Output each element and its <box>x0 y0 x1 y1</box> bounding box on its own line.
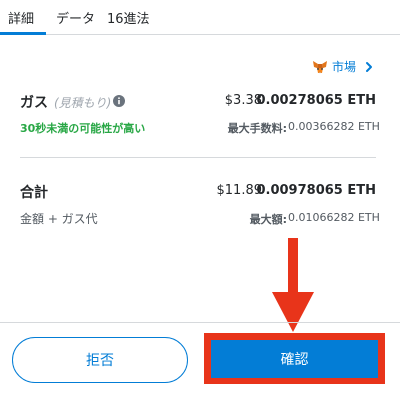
market-link[interactable]: 市場 <box>312 58 374 75</box>
active-tab-indicator <box>0 32 46 35</box>
gas-speed-estimate: 30秒未満の可能性が高い <box>20 122 146 135</box>
gas-label: ガス <box>20 95 48 111</box>
gas-eth-amount: 0.00278065 ETH <box>256 93 376 108</box>
confirm-button[interactable]: 確認 <box>211 340 378 378</box>
max-fee-value: 0.00366282 ETH <box>288 120 380 133</box>
max-amount-value: 0.01066282 ETH <box>288 211 380 224</box>
chevron-right-icon <box>366 61 372 72</box>
gas-estimate-label: (見積もり) <box>54 96 112 110</box>
total-label: 合計 <box>20 185 48 201</box>
footer-divider <box>0 322 400 323</box>
max-fee-label: 最大手数料: <box>227 122 287 135</box>
market-link-label: 市場 <box>331 60 356 74</box>
tab-data[interactable]: データ <box>56 8 95 27</box>
total-eth-amount: 0.00978065 ETH <box>256 183 376 198</box>
metamask-fox-icon <box>312 60 327 73</box>
max-amount-label: 最大額: <box>249 213 287 226</box>
info-icon[interactable] <box>113 95 125 107</box>
tab-details[interactable]: 詳細 <box>8 8 34 27</box>
reject-button[interactable]: 拒否 <box>12 337 188 383</box>
tab-bar: 詳細 データ 16進法 <box>0 0 400 35</box>
red-arrow-annotation <box>272 238 314 332</box>
section-divider <box>20 157 376 158</box>
transaction-confirmation: 詳細 データ 16進法 市場 ガス (見積もり) $3.38 0.0027806… <box>0 0 400 396</box>
tab-hex[interactable]: 16進法 <box>107 8 150 27</box>
total-sub-label: 金額 + ガス代 <box>20 212 98 226</box>
total-fiat-amount: $11.89 <box>216 183 263 198</box>
